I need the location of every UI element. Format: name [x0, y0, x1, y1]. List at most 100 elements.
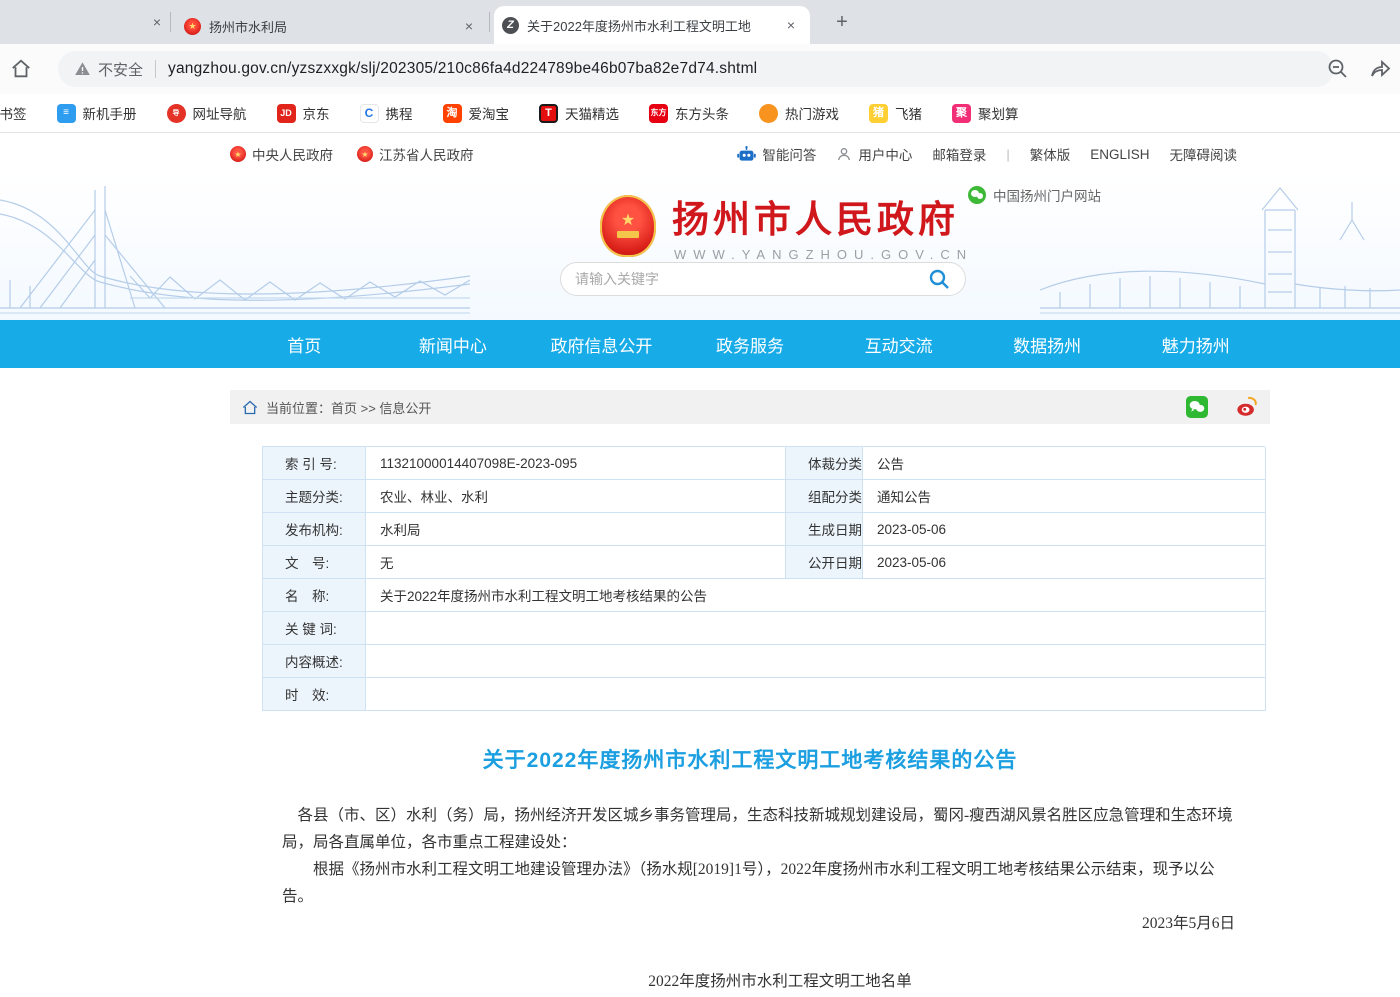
national-emblem-icon: ★	[600, 195, 656, 257]
zoom-out-icon[interactable]	[1326, 55, 1354, 83]
meta-label: 时 效:	[263, 678, 366, 711]
taobao-icon: 淘	[443, 104, 462, 123]
bookmark-item[interactable]: C 携程	[360, 103, 413, 123]
nav-item-news[interactable]: 新闻中心	[379, 320, 528, 368]
tab-strip: × ★ 扬州市水利局 × Z 关于2022年度扬州市水利工程文明工地 × +	[0, 0, 1400, 44]
search-input[interactable]	[575, 271, 927, 287]
bookmark-item[interactable]: 淘 爱淘宝	[443, 103, 510, 123]
meta-value-index-number: 11321000014407098E-2023-095	[366, 447, 786, 480]
meta-label: 名 称:	[263, 579, 366, 612]
bookmark-label: 飞猪	[895, 103, 922, 123]
share-icon[interactable]	[1368, 55, 1396, 83]
meta-value-publisher: 水利局	[366, 513, 786, 546]
nav-item-charm[interactable]: 魅力扬州	[1121, 320, 1270, 368]
bookmark-item[interactable]: 导 网址导航	[167, 103, 247, 123]
nav-site-icon: 导	[167, 104, 186, 123]
bookmark-item[interactable]: 热门游戏	[759, 103, 839, 123]
main-navigation: 首页 新闻中心 政府信息公开 政务服务 互动交流 数据扬州 魅力扬州	[0, 320, 1400, 368]
omnibox-divider	[155, 60, 156, 78]
nav-item-services[interactable]: 政务服务	[676, 320, 825, 368]
nav-item-interaction[interactable]: 互动交流	[824, 320, 973, 368]
bookmark-label: 热门游戏	[785, 103, 839, 123]
link-mail-login[interactable]: 邮箱登录	[932, 144, 986, 164]
jd-icon: JD	[277, 104, 296, 123]
tab-separator	[489, 12, 490, 32]
gov-emblem-icon: ★	[230, 146, 246, 162]
link-user-center[interactable]: 用户中心	[836, 144, 912, 164]
site-favicon-icon: Z	[502, 17, 519, 34]
meta-value-keywords	[366, 612, 1266, 645]
site-logo[interactable]: ★ 扬州市人民政府 WWW.YANGZHOU.GOV.CN	[600, 189, 973, 262]
bookmark-item[interactable]: T 天猫精选	[539, 103, 619, 123]
home-breadcrumb-icon[interactable]	[242, 400, 258, 415]
address-bar: 不安全 yangzhou.gov.cn/yzszxxgk/slj/202305/…	[0, 44, 1400, 94]
link-label: 用户中心	[858, 144, 912, 164]
tab1-close-icon[interactable]: ×	[458, 15, 480, 37]
security-label: 不安全	[98, 59, 143, 80]
new-tab-button[interactable]: +	[828, 8, 856, 36]
tab-title: 关于2022年度扬州市水利工程文明工地	[527, 16, 780, 35]
meta-value-title: 关于2022年度扬州市水利工程文明工地考核结果的公告	[366, 579, 1266, 612]
tab-title: 扬州市水利局	[209, 17, 458, 36]
dongfang-icon: 东方	[649, 104, 668, 123]
tab-yangzhou-water-bureau[interactable]: ★ 扬州市水利局 ×	[176, 8, 488, 44]
link-central-gov[interactable]: ★ 中央人民政府	[230, 144, 333, 164]
weibo-share-icon[interactable]	[1236, 396, 1258, 418]
tab2-close-icon[interactable]: ×	[780, 14, 802, 36]
bookmark-item[interactable]: JD 京东	[277, 103, 330, 123]
bookmark-item[interactable]: 猪 飞猪	[869, 103, 922, 123]
breadcrumb-text: 当前位置：首页 >> 信息公开	[266, 398, 431, 417]
nav-item-data[interactable]: 数据扬州	[973, 320, 1122, 368]
robot-icon	[737, 146, 756, 163]
bookmark-label: 聚划算	[978, 103, 1019, 123]
tab-announcement-active[interactable]: Z 关于2022年度扬州市水利工程文明工地 ×	[494, 6, 810, 44]
bookmark-item[interactable]: ≡ 新机手册	[57, 103, 137, 123]
portal-label: 中国扬州门户网站	[993, 185, 1101, 205]
link-label: ENGLISH	[1090, 147, 1149, 162]
bookmark-item[interactable]: 东方 东方头条	[649, 103, 729, 123]
security-chip[interactable]: 不安全	[74, 59, 143, 80]
meta-label: 文 号:	[263, 546, 366, 579]
meta-value-summary	[366, 645, 1266, 678]
article-title: 关于2022年度扬州市水利工程文明工地考核结果的公告	[230, 744, 1270, 774]
nav-item-home[interactable]: 首页	[230, 320, 379, 368]
meta-value-category: 通知公告	[863, 480, 1266, 513]
breadcrumb: 当前位置：首页 >> 信息公开	[230, 390, 1270, 424]
bookmark-label: 东方头条	[675, 103, 729, 123]
link-label: 无障碍阅读	[1170, 144, 1238, 164]
tab0-close-icon[interactable]: ×	[146, 11, 168, 33]
bookmark-label: 携程	[386, 103, 413, 123]
meta-label: 内容概述:	[263, 645, 366, 678]
wechat-share-icon[interactable]	[1186, 396, 1208, 418]
portal-link[interactable]: 中国扬州门户网站	[968, 185, 1101, 205]
search-icon[interactable]	[927, 267, 951, 291]
meta-label: 组配分类:	[786, 480, 863, 513]
meta-label: 公开日期:	[786, 546, 863, 579]
bookmark-item[interactable]: 聚 聚划算	[952, 103, 1019, 123]
bookmark-label: 网址导航	[193, 103, 247, 123]
meta-label: 关 键 词:	[263, 612, 366, 645]
meta-value-topic: 农业、林业、水利	[366, 480, 786, 513]
home-icon[interactable]	[10, 55, 38, 83]
meta-value-doc-number: 无	[366, 546, 786, 579]
browser-window: × ★ 扬州市水利局 × Z 关于2022年度扬州市水利工程文明工地 × +	[0, 0, 1400, 997]
url-text: yangzhou.gov.cn/yzszxxgk/slj/202305/210c…	[168, 60, 757, 78]
link-jiangsu-gov[interactable]: ★ 江苏省人民政府	[357, 144, 474, 164]
url-input[interactable]: 不安全 yangzhou.gov.cn/yzszxxgk/slj/202305/…	[58, 51, 1334, 87]
link-traditional[interactable]: 繁体版	[1030, 144, 1071, 164]
nav-item-info-disclosure[interactable]: 政府信息公开	[527, 320, 676, 368]
link-smart-qa[interactable]: 智能问答	[737, 144, 816, 164]
link-label: 繁体版	[1030, 144, 1071, 164]
meta-label: 主题分类:	[263, 480, 366, 513]
juhuasuan-icon: 聚	[952, 104, 971, 123]
meta-value-publish-date: 2023-05-06	[863, 546, 1266, 579]
link-english[interactable]: ENGLISH	[1090, 147, 1149, 162]
article-paragraph-basis: 根据《扬州市水利工程文明工地建设管理办法》（扬水规[2019]1号），2022年…	[282, 856, 1234, 910]
bookmark-item[interactable]: 机书签	[0, 103, 27, 123]
bridge-artwork-left	[0, 180, 470, 320]
link-accessibility[interactable]: 无障碍阅读	[1170, 144, 1238, 164]
user-icon	[836, 146, 852, 162]
wechat-icon	[968, 186, 986, 204]
gov-emblem-icon: ★	[357, 146, 373, 162]
document-meta-table: 索 引 号: 11321000014407098E-2023-095 体裁分类:…	[262, 446, 1265, 711]
